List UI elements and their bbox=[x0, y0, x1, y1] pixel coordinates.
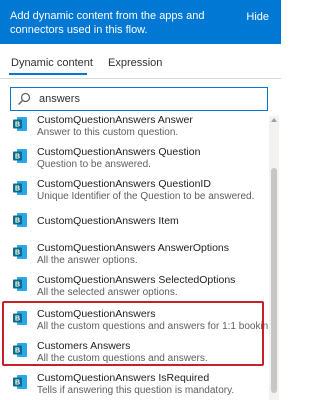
bookings-connector-icon: B bbox=[13, 343, 27, 357]
item-description: Tells if answering this question is mand… bbox=[37, 385, 235, 396]
svg-text:B: B bbox=[15, 282, 20, 289]
list-item[interactable]: B CustomQuestionAnswers Answer Answer to… bbox=[4, 116, 264, 144]
svg-text:B: B bbox=[15, 380, 20, 387]
search-input[interactable] bbox=[39, 91, 259, 107]
item-title: CustomQuestionAnswers AnswerOptions bbox=[37, 242, 229, 254]
list-item[interactable]: B CustomQuestionAnswers QuestionID Uniqu… bbox=[4, 174, 264, 208]
panel-header: Add dynamic content from the apps and co… bbox=[0, 0, 281, 44]
item-title: Customers Answers bbox=[37, 340, 131, 352]
bookings-connector-icon: B bbox=[13, 245, 27, 259]
list-item[interactable]: B CustomQuestionAnswers AnswerOptions Al… bbox=[4, 238, 264, 272]
bookings-connector-icon: B bbox=[13, 311, 27, 325]
tab-expression[interactable]: Expression bbox=[108, 57, 162, 69]
hide-button[interactable]: Hide bbox=[246, 11, 269, 23]
bookings-connector-icon: B bbox=[13, 277, 27, 291]
bookings-connector-icon: B bbox=[13, 375, 27, 389]
scroll-up-arrow-icon[interactable] bbox=[271, 118, 277, 122]
bookings-connector-icon: B bbox=[13, 149, 27, 163]
item-title: CustomQuestionAnswers SelectedOptions bbox=[37, 274, 236, 286]
header-description: Add dynamic content from the apps and co… bbox=[10, 10, 205, 36]
list-item[interactable]: B Customers Answers All the custom quest… bbox=[4, 336, 264, 370]
item-description: All the custom questions and answers. bbox=[37, 353, 208, 364]
svg-text:B: B bbox=[15, 186, 20, 193]
item-title: CustomQuestionAnswers Answer bbox=[37, 116, 193, 126]
item-title: CustomQuestionAnswers bbox=[37, 308, 156, 320]
scroll-thumb[interactable] bbox=[271, 168, 277, 393]
list-item[interactable]: B CustomQuestionAnswers Item bbox=[4, 206, 264, 240]
list-item[interactable]: B CustomQuestionAnswers All the custom q… bbox=[4, 304, 268, 338]
bookings-connector-icon: B bbox=[13, 117, 27, 131]
list-item[interactable]: B CustomQuestionAnswers SelectedOptions … bbox=[4, 270, 264, 304]
list-item[interactable]: B CustomQuestionAnswers Question Questio… bbox=[4, 142, 264, 176]
svg-text:B: B bbox=[15, 348, 20, 355]
svg-text:B: B bbox=[15, 122, 20, 129]
svg-text:B: B bbox=[15, 250, 20, 257]
item-description: All the answer options. bbox=[37, 255, 138, 266]
item-title: CustomQuestionAnswers Item bbox=[37, 215, 179, 227]
svg-text:B: B bbox=[15, 316, 20, 323]
item-description: All the custom questions and answers for… bbox=[37, 321, 268, 332]
search-box[interactable] bbox=[10, 87, 268, 111]
item-title: CustomQuestionAnswers QuestionID bbox=[37, 178, 211, 190]
item-description: Answer to this custom question. bbox=[37, 127, 179, 138]
tab-dynamic-content[interactable]: Dynamic content bbox=[11, 57, 93, 69]
bookings-connector-icon: B bbox=[13, 213, 27, 227]
item-description: Unique Identifier of the Question to be … bbox=[37, 191, 255, 202]
active-tab-indicator bbox=[9, 73, 87, 75]
svg-text:B: B bbox=[15, 218, 20, 225]
dynamic-content-list: B CustomQuestionAnswers Answer Answer to… bbox=[0, 116, 268, 400]
item-title: CustomQuestionAnswers IsRequired bbox=[37, 372, 210, 384]
list-item[interactable]: B CustomQuestionAnswers IsRequired Tells… bbox=[4, 368, 264, 400]
search-icon bbox=[18, 92, 31, 105]
bookings-connector-icon: B bbox=[13, 181, 27, 195]
item-description: All the selected answer options. bbox=[37, 287, 178, 298]
item-title: CustomQuestionAnswers Question bbox=[37, 146, 201, 158]
svg-text:B: B bbox=[15, 154, 20, 161]
item-description: Question to be answered. bbox=[37, 159, 151, 170]
list-scrollbar[interactable] bbox=[269, 116, 279, 400]
